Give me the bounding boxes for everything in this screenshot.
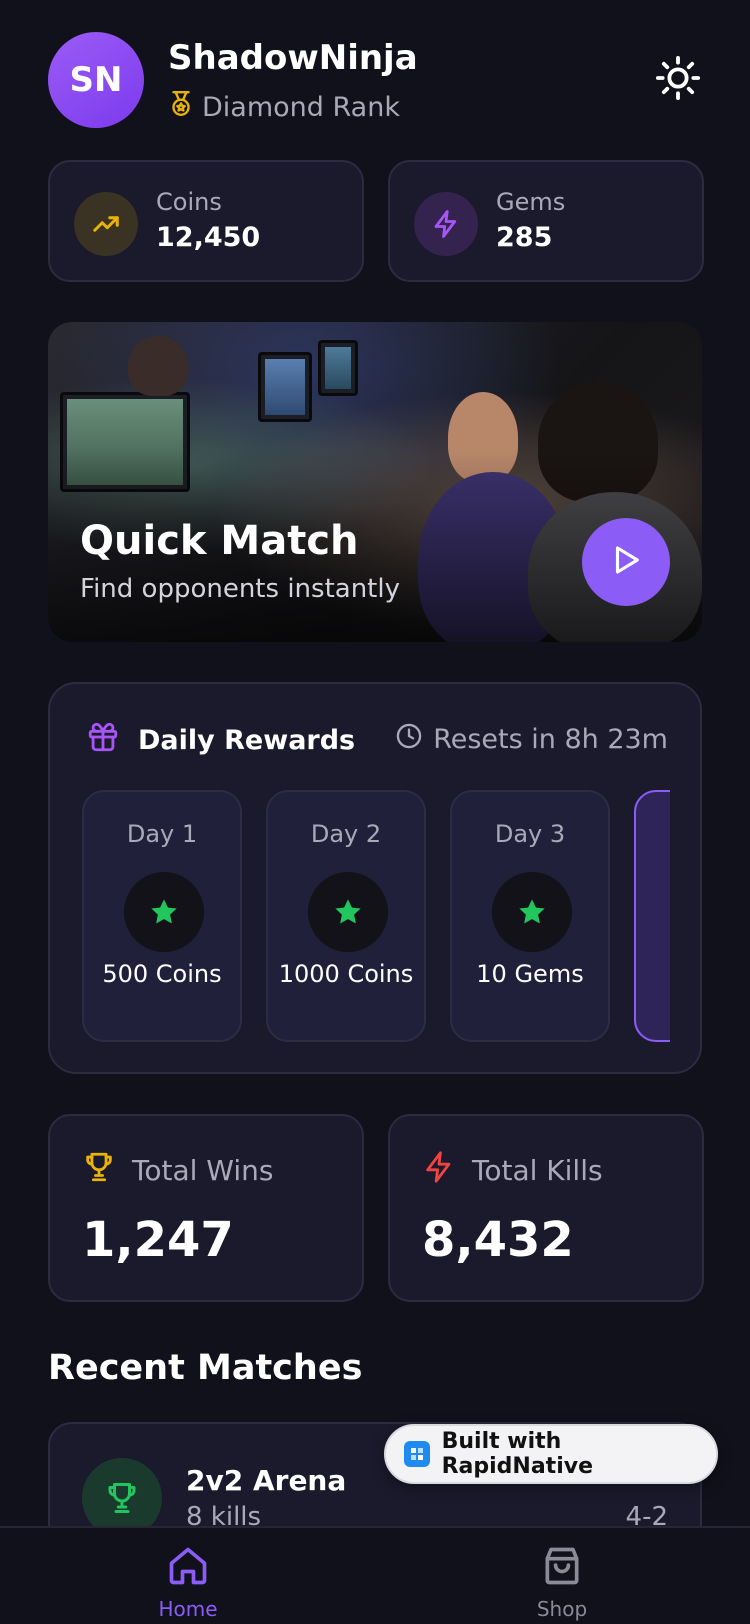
- medal-icon: [168, 90, 194, 125]
- day-label: Day 3: [494, 820, 566, 848]
- trophy-icon: [82, 1150, 116, 1191]
- clock-icon: [395, 722, 423, 757]
- day-label: Day 1: [126, 820, 198, 848]
- quick-match-banner[interactable]: Quick Match Find opponents instantly: [48, 322, 702, 642]
- lightning-icon: [414, 192, 478, 256]
- nav-shop-label: Shop: [536, 1597, 588, 1621]
- day-reward: 10 Gems: [476, 960, 584, 988]
- rewards-list[interactable]: Day 1 500 Coins Day 2 1000 Coins Day 3 1…: [82, 790, 670, 1044]
- gems-card[interactable]: Gems 285: [388, 160, 704, 282]
- avatar-initials: SN: [69, 60, 123, 100]
- daily-rewards-title: Daily Rewards: [138, 725, 356, 756]
- total-kills-value: 8,432: [422, 1212, 574, 1268]
- gems-label: Gems: [496, 188, 566, 216]
- total-kills-card: Total Kills 8,432: [388, 1114, 704, 1302]
- theme-toggle-button[interactable]: [652, 54, 704, 106]
- play-icon: [609, 543, 643, 581]
- reward-day-1[interactable]: Day 1 500 Coins: [82, 790, 242, 1042]
- nav-shop[interactable]: Shop: [502, 1544, 622, 1621]
- username: ShadowNinja: [168, 38, 418, 78]
- match-title: 2v2 Arena: [186, 1464, 347, 1497]
- gift-icon: [86, 720, 120, 761]
- nav-home[interactable]: Home: [128, 1544, 248, 1621]
- reward-day-3[interactable]: Day 3 10 Gems: [450, 790, 610, 1042]
- trending-up-icon: [74, 192, 138, 256]
- rank-badge: Diamond Rank: [168, 90, 400, 125]
- star-icon: [124, 872, 204, 952]
- reset-timer: Resets in 8h 23m: [433, 724, 668, 755]
- avatar[interactable]: SN: [48, 32, 144, 128]
- day-reward: 1000 Coins: [278, 960, 414, 988]
- day-label: Day 2: [310, 820, 382, 848]
- built-with-badge[interactable]: Built with RapidNative: [384, 1424, 718, 1484]
- total-wins-card: Total Wins 1,247: [48, 1114, 364, 1302]
- home-icon: [166, 1544, 210, 1593]
- nav-home-label: Home: [158, 1597, 218, 1621]
- shopping-bag-icon: [540, 1544, 584, 1593]
- total-wins-value: 1,247: [82, 1212, 234, 1268]
- reward-day-2[interactable]: Day 2 1000 Coins: [266, 790, 426, 1042]
- rank-label: Diamond Rank: [202, 92, 400, 123]
- star-icon: [308, 872, 388, 952]
- coins-label: Coins: [156, 188, 222, 216]
- recent-matches-title: Recent Matches: [48, 1348, 363, 1388]
- quick-match-title: Quick Match: [80, 518, 359, 564]
- day-reward: 500 Coins: [102, 960, 222, 988]
- total-kills-label: Total Kills: [472, 1154, 603, 1187]
- quick-match-subtitle: Find opponents instantly: [80, 574, 400, 604]
- bottom-nav: Home Shop: [0, 1526, 750, 1624]
- gems-value: 285: [496, 222, 553, 253]
- play-button[interactable]: [582, 518, 670, 606]
- sun-icon: [655, 55, 701, 105]
- built-with-text: Built with RapidNative: [441, 1429, 593, 1479]
- lightning-icon: [422, 1150, 456, 1191]
- star-icon: [492, 872, 572, 952]
- daily-rewards-card: Daily Rewards Resets in 8h 23m Day 1 500…: [48, 682, 702, 1074]
- coins-value: 12,450: [156, 222, 261, 253]
- total-wins-label: Total Wins: [132, 1154, 274, 1187]
- reward-day-4[interactable]: [634, 790, 670, 1042]
- rapidnative-logo-icon: [404, 1441, 430, 1467]
- coins-card[interactable]: Coins 12,450: [48, 160, 364, 282]
